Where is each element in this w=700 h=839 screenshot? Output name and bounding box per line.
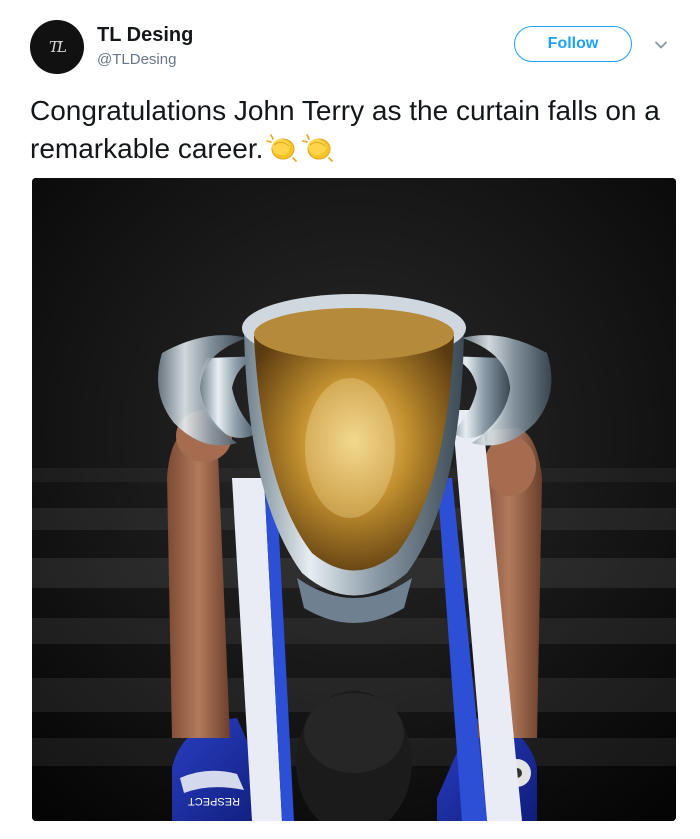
user-handle[interactable]: @TLDesing [97,51,176,68]
clapping-hands-icon [265,130,299,164]
clapping-hands-icon [301,130,335,164]
tweet-photo[interactable]: RESPECT [32,178,676,821]
avatar[interactable]: TL [30,20,84,74]
tweet-header: TL TL Desing @TLDesing Follow [0,0,700,90]
follow-button[interactable]: Follow [514,26,632,62]
chevron-down-icon[interactable] [652,36,670,54]
avatar-logo-text: TL [49,38,67,56]
trophy-photo-illustration: RESPECT [32,178,676,821]
display-name[interactable]: TL Desing [97,24,193,47]
sleeve-patch-text: RESPECT [188,795,240,807]
tweet-text-content: Congratulations John Terry as the curtai… [30,95,660,164]
tweet-text: Congratulations John Terry as the curtai… [30,92,670,168]
